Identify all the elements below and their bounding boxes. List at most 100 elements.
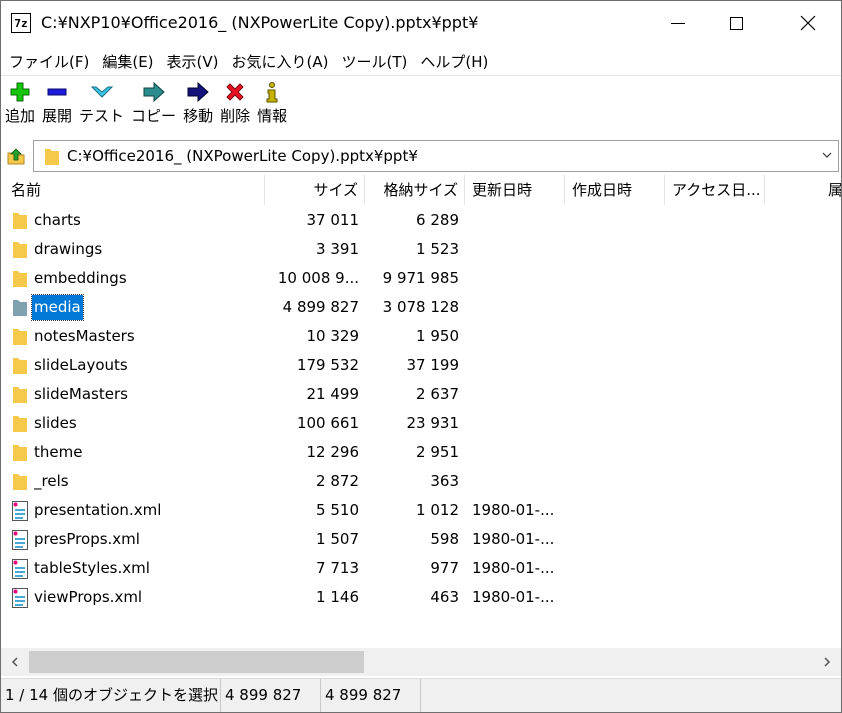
file-name: presProps.xml xyxy=(34,530,140,548)
file-size: 3 391 xyxy=(316,240,359,258)
maximize-button[interactable] xyxy=(713,1,759,45)
menu-edit[interactable]: 編集(E) xyxy=(94,49,158,75)
file-name: charts xyxy=(34,211,81,229)
file-name: drawings xyxy=(34,240,103,258)
minus-icon xyxy=(47,88,67,96)
menu-bar: ファイル(F) 編集(E) 表示(V) お気に入り(A) ツール(T) ヘルプ(… xyxy=(1,49,493,75)
list-item[interactable]: viewProps.xml 1 146 463 1980-01-... xyxy=(1,583,841,612)
file-name: slideMasters xyxy=(34,385,128,403)
folder-up-icon[interactable] xyxy=(6,146,26,166)
list-item[interactable]: charts 37 011 6 289 xyxy=(1,206,841,235)
file-name: tableStyles.xml xyxy=(34,559,150,577)
file-size: 4 899 827 xyxy=(282,298,359,316)
list-item[interactable]: slideLayouts 179 532 37 199 xyxy=(1,351,841,380)
file-packed-size: 1 523 xyxy=(416,240,459,258)
plus-icon xyxy=(10,82,30,102)
column-header-modified[interactable]: 更新日時 xyxy=(465,175,565,205)
list-item[interactable]: slides 100 661 23 931 xyxy=(1,409,841,438)
status-packed-size: 4 899 827 xyxy=(321,679,421,712)
delete-button[interactable]: 削除 xyxy=(220,79,250,133)
list-item[interactable]: slideMasters 21 499 2 637 xyxy=(1,380,841,409)
add-label: 追加 xyxy=(5,107,36,125)
move-label: 移動 xyxy=(183,107,214,125)
menu-view[interactable]: 表示(V) xyxy=(159,49,224,75)
move-button[interactable]: 移動 xyxy=(183,79,213,133)
menu-tools[interactable]: ツール(T) xyxy=(333,49,412,75)
close-button[interactable] xyxy=(785,1,831,45)
folder-icon xyxy=(13,358,27,374)
list-item[interactable]: embeddings 10 008 9... 9 971 985 xyxy=(1,264,841,293)
list-item[interactable]: notesMasters 10 329 1 950 xyxy=(1,322,841,351)
file-size: 5 510 xyxy=(316,501,359,519)
status-size: 4 899 827 xyxy=(221,679,321,712)
file-size: 100 661 xyxy=(296,414,359,432)
file-packed-size: 23 931 xyxy=(406,414,460,432)
file-modified: 1980-01-... xyxy=(472,530,555,548)
file-packed-size: 1 012 xyxy=(416,501,459,519)
folder-icon xyxy=(13,474,27,490)
copy-label: コピー xyxy=(131,107,177,125)
file-packed-size: 3 078 128 xyxy=(382,298,459,316)
file-modified: 1980-01-... xyxy=(472,501,555,519)
column-header-name[interactable]: 名前 xyxy=(1,175,265,205)
folder-icon xyxy=(45,149,59,165)
folder-icon xyxy=(13,416,27,432)
menu-separator xyxy=(1,75,841,76)
add-button[interactable]: 追加 xyxy=(5,79,35,133)
delete-label: 削除 xyxy=(220,107,251,125)
file-size: 10 008 9... xyxy=(277,269,359,287)
chevron-down-icon[interactable] xyxy=(822,150,832,160)
file-modified xyxy=(472,235,562,264)
column-header-size[interactable]: サイズ xyxy=(265,175,365,205)
column-header-accessed[interactable]: アクセス日... xyxy=(665,175,765,205)
file-name: slideLayouts xyxy=(34,356,128,374)
column-header-attributes[interactable]: 属 xyxy=(765,175,841,205)
check-icon xyxy=(90,86,113,98)
file-modified xyxy=(472,409,562,438)
file-modified xyxy=(472,438,562,467)
file-packed-size: 598 xyxy=(430,530,459,548)
file-modified: 1980-01-... xyxy=(472,588,555,606)
menu-file[interactable]: ファイル(F) xyxy=(1,49,94,75)
list-item[interactable]: _rels 2 872 363 xyxy=(1,467,841,496)
list-item[interactable]: drawings 3 391 1 523 xyxy=(1,235,841,264)
minimize-icon xyxy=(671,22,685,24)
file-list[interactable]: 名前 サイズ 格納サイズ 更新日時 作成日時 アクセス日... 属 charts… xyxy=(1,175,841,647)
test-label: テスト xyxy=(79,107,125,125)
file-modified xyxy=(472,380,562,409)
horizontal-scrollbar[interactable] xyxy=(1,648,841,676)
file-name: theme xyxy=(34,443,83,461)
extract-button[interactable]: 展開 xyxy=(42,79,72,133)
file-size: 1 146 xyxy=(316,588,359,606)
copy-button[interactable]: コピー xyxy=(131,79,176,133)
file-modified xyxy=(472,293,562,322)
file-size: 7 713 xyxy=(316,559,359,577)
menu-favorites[interactable]: お気に入り(A) xyxy=(224,49,334,75)
column-header-packed-size[interactable]: 格納サイズ xyxy=(365,175,465,205)
file-name: viewProps.xml xyxy=(34,588,143,606)
title-bar[interactable]: 7z C:¥NXP10¥Office2016_ (NXPowerLite Cop… xyxy=(1,1,841,45)
app-window: 7z C:¥NXP10¥Office2016_ (NXPowerLite Cop… xyxy=(0,0,842,713)
scrollbar-thumb[interactable] xyxy=(29,651,364,673)
maximize-icon xyxy=(729,16,743,30)
xml-file-icon xyxy=(12,588,28,608)
test-button[interactable]: テスト xyxy=(79,79,124,133)
address-bar[interactable]: C:¥Office2016_ (NXPowerLite Copy).pptx¥p… xyxy=(33,140,839,172)
info-button[interactable]: 情報 xyxy=(257,79,287,133)
list-item[interactable]: theme 12 296 2 951 xyxy=(1,438,841,467)
file-modified xyxy=(472,351,562,380)
column-header-created[interactable]: 作成日時 xyxy=(565,175,665,205)
address-row: C:¥Office2016_ (NXPowerLite Copy).pptx¥p… xyxy=(1,138,841,174)
minimize-button[interactable] xyxy=(655,1,701,45)
list-item[interactable]: presentation.xml 5 510 1 012 1980-01-... xyxy=(1,496,841,525)
list-item[interactable]: media 4 899 827 3 078 128 xyxy=(1,293,841,322)
scroll-right-button[interactable] xyxy=(813,648,841,676)
scroll-left-button[interactable] xyxy=(1,648,29,676)
file-size: 2 872 xyxy=(316,472,359,490)
folder-icon xyxy=(13,213,27,229)
list-item[interactable]: tableStyles.xml 7 713 977 1980-01-... xyxy=(1,554,841,583)
file-modified xyxy=(472,322,562,351)
window-title: C:¥NXP10¥Office2016_ (NXPowerLite Copy).… xyxy=(41,13,479,32)
menu-help[interactable]: ヘルプ(H) xyxy=(412,49,493,75)
list-item[interactable]: presProps.xml 1 507 598 1980-01-... xyxy=(1,525,841,554)
